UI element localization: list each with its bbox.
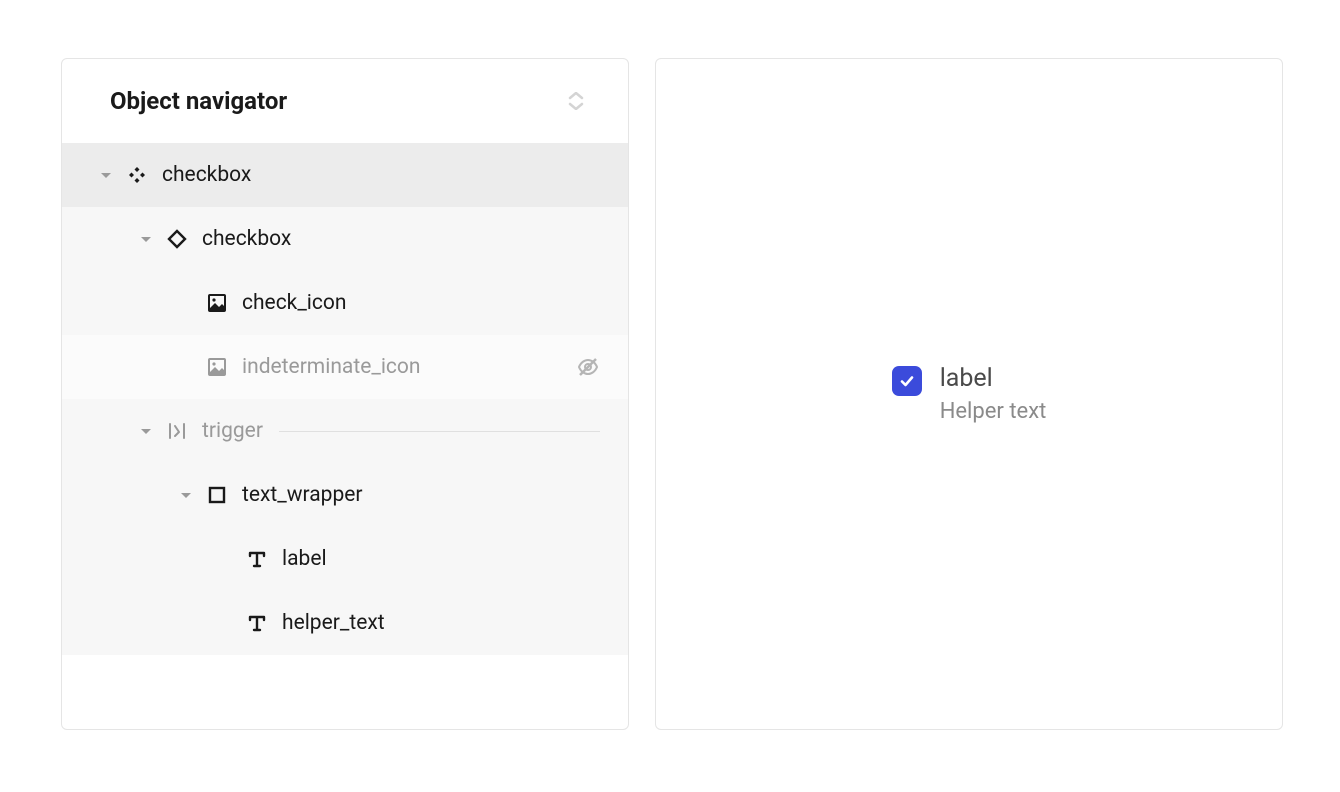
checkbox-texts: label Helper text [940,364,1047,424]
tree-row-label: helper_text [282,611,628,635]
text-icon [246,548,268,570]
chevron-down-icon[interactable] [139,424,153,438]
checkbox-box[interactable] [892,366,922,396]
image-icon [206,292,228,314]
visibility-off-icon[interactable] [576,355,600,379]
tree-row-label: checkbox [162,163,628,187]
component-icon [126,164,148,186]
tree-row-label-node[interactable]: label [62,527,628,591]
chevron-down-icon[interactable] [179,488,193,502]
chevron-down-icon[interactable] [99,168,113,182]
tree: checkbox checkbox [62,143,628,655]
instance-icon [166,228,188,250]
navigator-title: Object navigator [110,87,287,115]
tree-row-checkbox-root[interactable]: checkbox [62,143,628,207]
tree-row-check-icon[interactable]: check_icon [62,271,628,335]
tree-row-trigger[interactable]: trigger [62,399,628,463]
divider [279,431,600,432]
object-navigator-panel: Object navigator checkbox [61,58,629,730]
tree-row-helper-text[interactable]: helper_text [62,591,628,655]
checkbox-helper-text: Helper text [940,399,1047,424]
collapse-button[interactable] [568,92,584,110]
tree-row-indeterminate-icon[interactable]: indeterminate_icon [62,335,628,399]
navigator-header: Object navigator [62,59,628,143]
chevron-down-icon[interactable] [139,232,153,246]
frame-icon [206,484,228,506]
tree-row-label: check_icon [242,291,628,315]
tree-row-label: trigger [202,419,263,443]
slot-icon [166,420,188,442]
tree-row-label: indeterminate_icon [242,355,576,379]
tree-row-label: label [282,547,628,571]
check-icon [898,372,916,390]
checkbox-label[interactable]: label [940,364,1047,393]
tree-row-checkbox-inner[interactable]: checkbox [62,207,628,271]
checkbox-component-preview: label Helper text [892,364,1047,424]
preview-panel: label Helper text [655,58,1283,730]
tree-row-text-wrapper[interactable]: text_wrapper [62,463,628,527]
image-icon [206,356,228,378]
tree-row-label: text_wrapper [242,483,628,507]
tree-row-label: checkbox [202,227,628,251]
text-icon [246,612,268,634]
